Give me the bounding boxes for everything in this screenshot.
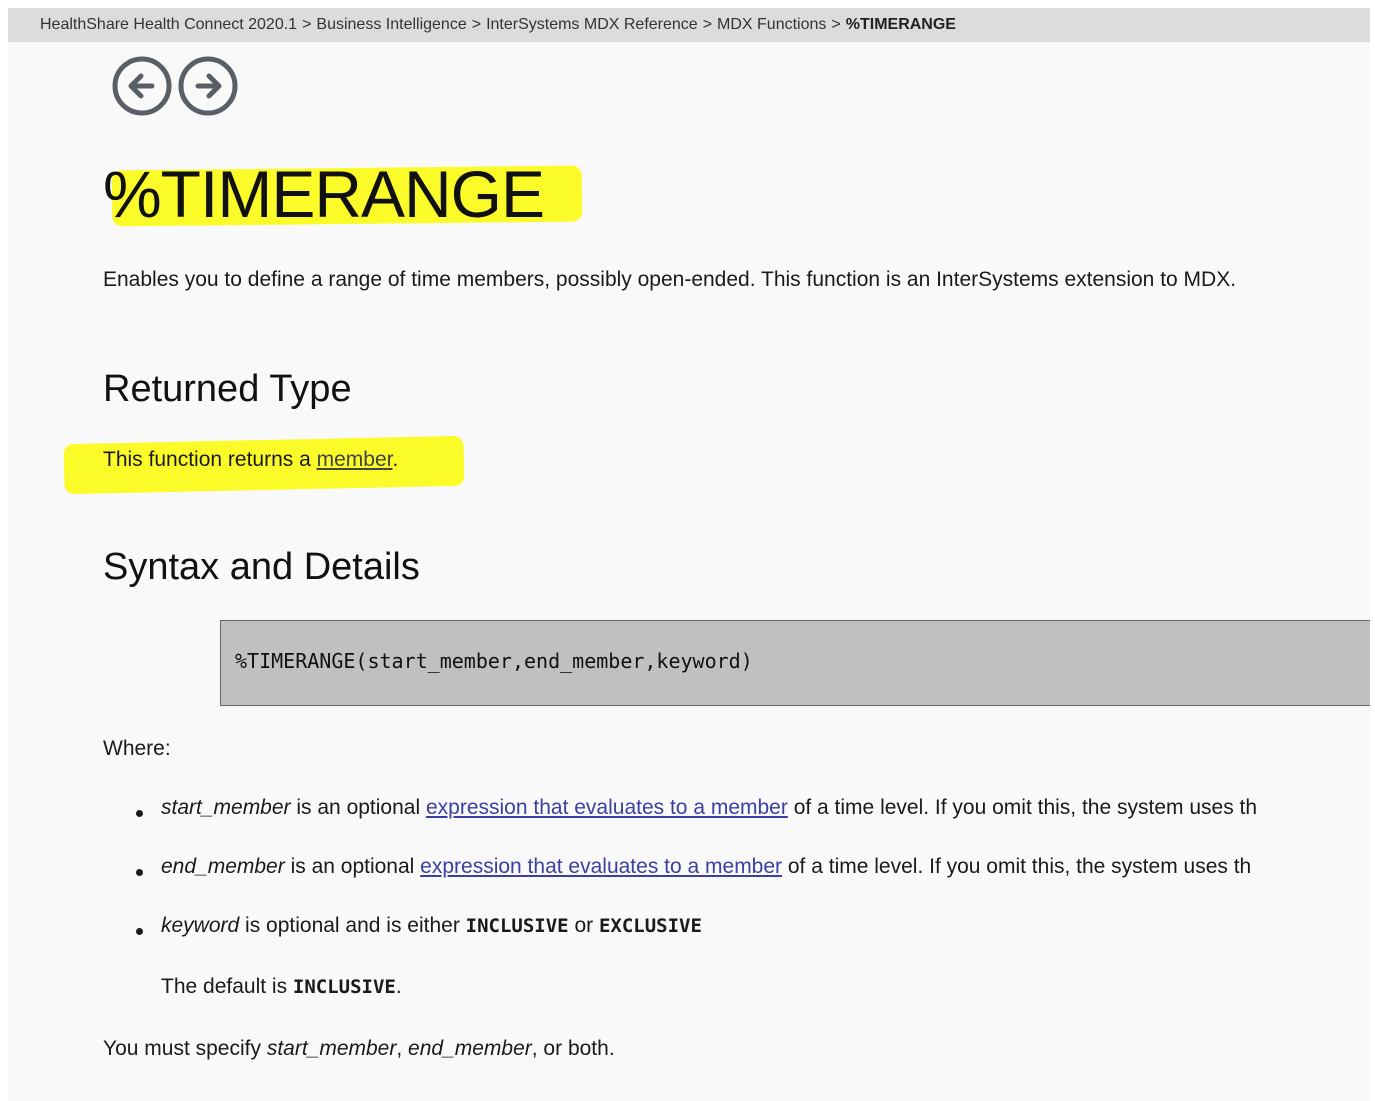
returned-type-heading: Returned Type: [103, 368, 352, 410]
breadcrumb-separator: >: [831, 16, 841, 33]
param-name: start_member: [266, 1037, 397, 1060]
arrow-left-circle-icon: [112, 56, 172, 116]
member-link[interactable]: member: [317, 448, 393, 471]
param-text: is optional and is either: [239, 914, 466, 937]
keyword-inclusive: INCLUSIVE: [292, 976, 396, 998]
default-note-suffix: .: [395, 975, 402, 998]
syntax-heading: Syntax and Details: [103, 546, 420, 588]
param-or: or: [568, 914, 599, 937]
param-text-tail: of a time level. If you omit this, the s…: [787, 796, 1258, 819]
arrow-right-circle-icon: [178, 56, 238, 116]
breadcrumb-separator: >: [302, 16, 312, 33]
param-text: is an optional: [284, 855, 421, 878]
bullet-dot: [136, 869, 143, 876]
next-page-button[interactable]: [178, 56, 238, 116]
list-item: keyword is optional and is either INCLUS…: [161, 914, 702, 938]
default-note: The default is INCLUSIVE.: [161, 975, 402, 999]
returned-type-text: This function returns a member.: [103, 448, 398, 472]
bullet-dot: [136, 810, 143, 817]
syntax-code: %TIMERANGE(start_member,end_member,keywo…: [235, 649, 753, 673]
list-item: start_member is an optional expression t…: [161, 796, 1257, 820]
breadcrumb-item-product[interactable]: HealthShare Health Connect 2020.1: [40, 16, 297, 33]
param-text: is an optional: [290, 796, 426, 819]
breadcrumb-current: %TIMERANGE: [845, 16, 956, 33]
expression-member-link[interactable]: expression that evaluates to a member: [420, 855, 782, 878]
returned-type-prefix: This function returns a: [103, 448, 317, 471]
param-name: end_member: [408, 1037, 532, 1060]
must-specify-note: You must specify start_member, end_membe…: [103, 1037, 615, 1061]
breadcrumb-item-mdx-reference[interactable]: InterSystems MDX Reference: [486, 16, 698, 33]
must-specify-suffix: , or both.: [531, 1037, 615, 1060]
list-item: end_member is an optional expression tha…: [161, 855, 1251, 879]
param-name: end_member: [161, 855, 285, 878]
document-page: HealthShare Health Connect 2020.1 > Busine…: [8, 8, 1370, 1101]
must-specify-prefix: You must specify: [103, 1037, 267, 1060]
breadcrumb-item-business-intelligence[interactable]: Business Intelligence: [316, 16, 466, 33]
param-name: start_member: [161, 796, 291, 819]
keyword-exclusive: EXCLUSIVE: [598, 915, 702, 937]
param-name: keyword: [161, 914, 240, 937]
returned-type-suffix: .: [392, 448, 399, 471]
breadcrumb-separator: >: [471, 16, 482, 33]
syntax-code-block: %TIMERANGE(start_member,end_member,keywo…: [220, 620, 1370, 706]
param-text-tail: of a time level. If you omit this, the s…: [782, 855, 1252, 878]
expression-member-link[interactable]: expression that evaluates to a member: [426, 796, 788, 819]
previous-page-button[interactable]: [112, 56, 172, 116]
keyword-inclusive: INCLUSIVE: [465, 915, 569, 937]
comma: ,: [396, 1037, 409, 1060]
breadcrumb: HealthShare Health Connect 2020.1 > Busine…: [8, 8, 1370, 42]
breadcrumb-separator: >: [702, 16, 713, 33]
default-note-prefix: The default is: [161, 975, 293, 998]
breadcrumb-trail: HealthShare Health Connect 2020.1 > Busine…: [40, 8, 956, 42]
page-title: %TIMERANGE: [103, 157, 545, 231]
breadcrumb-item-mdx-functions[interactable]: MDX Functions: [717, 16, 826, 33]
where-label: Where:: [103, 737, 171, 760]
bullet-dot: [136, 928, 143, 935]
intro-paragraph: Enables you to define a range of time me…: [103, 268, 1237, 291]
